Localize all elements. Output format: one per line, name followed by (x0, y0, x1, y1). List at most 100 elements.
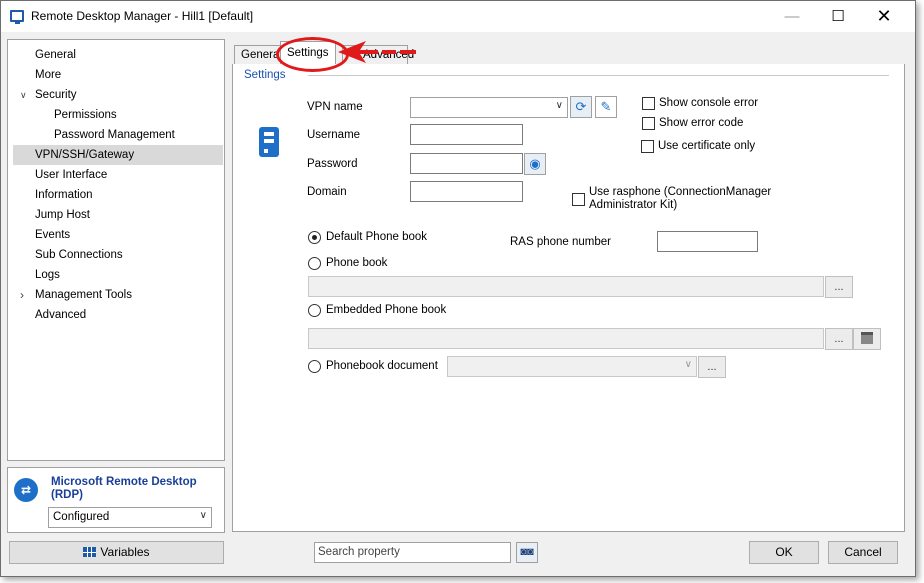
section-divider (308, 75, 889, 76)
chevron-down-icon: ∨ (199, 510, 207, 521)
rdp-icon: ⇄ (14, 478, 38, 502)
sidebar-item-user-interface[interactable]: User Interface (8, 165, 224, 185)
sidebar-item-security[interactable]: ∨ Security (8, 85, 224, 105)
entry-type-name: Microsoft Remote Desktop (RDP) (51, 476, 197, 501)
cancel-button[interactable]: Cancel (828, 541, 898, 564)
entry-type-panel: ⇄ Microsoft Remote Desktop (RDP) Configu… (7, 467, 225, 533)
sidebar-item-label: Management Tools (35, 289, 132, 301)
close-button[interactable]: ✕ (861, 1, 907, 32)
sidebar-item-label: Events (35, 229, 71, 241)
domain-label: Domain (307, 186, 347, 198)
sidebar-item-label: Permissions (54, 109, 117, 121)
save-icon (861, 332, 873, 344)
edit-button[interactable]: ✎ (595, 96, 617, 118)
settings-tree: General More ∨ Security Permissions Passw… (7, 39, 225, 461)
sidebar-item-sub-connections[interactable]: Sub Connections (8, 245, 224, 265)
search-placeholder: Search property (318, 546, 400, 558)
sidebar-item-management-tools[interactable]: › Management Tools (8, 285, 224, 305)
title-bar[interactable]: Remote Desktop Manager - Hill1 [Default]… (1, 1, 915, 32)
ras-phone-number-label: RAS phone number (510, 236, 612, 248)
sidebar-item-logs[interactable]: Logs (8, 265, 224, 285)
sidebar-item-jump-host[interactable]: Jump Host (8, 205, 224, 225)
sidebar-item-label: General (35, 49, 76, 61)
show-error-code-checkbox[interactable] (642, 117, 655, 130)
eye-icon: ◉ (529, 156, 541, 171)
sidebar-item-label: Logs (35, 269, 60, 281)
status-dropdown-value: Configured (53, 511, 110, 523)
pencil-icon: ✎ (600, 99, 612, 114)
sidebar-item-label: Advanced (35, 309, 87, 321)
chevron-down-icon: ∨ (684, 359, 692, 370)
sidebar-item-label: Sub Connections (35, 249, 123, 261)
refresh-icon: ⟳ (575, 99, 587, 114)
use-rasphone-checkbox[interactable] (572, 193, 585, 206)
password-field[interactable] (410, 153, 523, 174)
phonebook-document-dropdown[interactable]: ∨ (447, 356, 697, 377)
sidebar-item-more[interactable]: More (8, 65, 224, 85)
save-embedded-phone-book-button[interactable] (853, 328, 881, 350)
vpn-device-icon (259, 127, 279, 157)
binoculars-icon: ◙◙ (520, 546, 534, 558)
phonebook-document-radio[interactable] (308, 360, 321, 373)
ok-button[interactable]: OK (749, 541, 819, 564)
show-password-button[interactable]: ◉ (524, 153, 546, 175)
show-console-error-label: Show console error (659, 97, 759, 109)
domain-field[interactable] (410, 181, 523, 202)
sidebar-item-label: VPN/SSH/Gateway (35, 149, 135, 161)
vpn-name-label: VPN name (307, 101, 363, 113)
sidebar-item-label: More (35, 69, 62, 81)
minimize-button[interactable]: — (769, 1, 815, 32)
sidebar-item-advanced[interactable]: Advanced (8, 305, 224, 325)
default-phone-book-radio[interactable] (308, 231, 321, 244)
use-rasphone-label: Use rasphone (ConnectionManager Administ… (589, 186, 772, 211)
annotation-arrow (338, 41, 416, 63)
variables-button[interactable]: Variables (9, 541, 224, 564)
sidebar-item-label: Password Management (54, 129, 175, 141)
sidebar-item-vpn-ssh-gateway[interactable]: VPN/SSH/Gateway (13, 145, 223, 165)
window-title: Remote Desktop Manager - Hill1 [Default] (31, 9, 254, 23)
browse-phonebook-document-button[interactable]: ... (698, 356, 726, 378)
sidebar-item-password-management[interactable]: Password Management (8, 125, 224, 145)
ras-phone-number-field[interactable] (657, 231, 758, 252)
browse-phone-book-button[interactable]: ... (825, 276, 853, 298)
embedded-phone-book-label: Embedded Phone book (326, 304, 447, 316)
show-error-code-label: Show error code (659, 117, 744, 129)
sidebar-item-label: Security (35, 89, 77, 101)
phonebook-document-label: Phonebook document (326, 360, 438, 372)
app-icon (10, 10, 24, 24)
username-label: Username (307, 129, 361, 141)
use-certificate-only-checkbox[interactable] (641, 140, 654, 153)
sidebar-item-label: Jump Host (35, 209, 90, 221)
sidebar-item-events[interactable]: Events (8, 225, 224, 245)
chevron-right-icon[interactable]: › (20, 285, 24, 305)
search-input[interactable]: Search property (314, 542, 511, 563)
phone-book-path-field[interactable] (308, 276, 824, 297)
chevron-down-icon: ∨ (555, 100, 563, 111)
show-console-error-checkbox[interactable] (642, 97, 655, 110)
grid-icon (83, 547, 97, 557)
browse-embedded-phone-book-button[interactable]: ... (825, 328, 853, 350)
maximize-button[interactable]: ☐ (815, 1, 861, 32)
main-window: Remote Desktop Manager - Hill1 [Default]… (0, 0, 916, 577)
vpn-name-dropdown[interactable]: ∨ (410, 97, 568, 118)
embedded-phone-book-radio[interactable] (308, 304, 321, 317)
embedded-phone-book-field[interactable] (308, 328, 824, 349)
variables-button-label: Variables (100, 545, 150, 559)
password-label: Password (307, 158, 358, 170)
find-button[interactable]: ◙◙ (516, 542, 538, 563)
phone-book-label: Phone book (326, 257, 388, 269)
default-phone-book-label: Default Phone book (326, 231, 428, 243)
chevron-down-icon[interactable]: ∨ (20, 85, 27, 105)
main-panel: General Advanced Settings Settings VPN n… (232, 41, 906, 533)
sidebar-item-permissions[interactable]: Permissions (8, 105, 224, 125)
use-certificate-only-label: Use certificate only (658, 140, 756, 152)
username-field[interactable] (410, 124, 523, 145)
section-title: Settings (244, 69, 286, 81)
sidebar-item-label: Information (35, 189, 93, 201)
sidebar-item-general[interactable]: General (8, 45, 224, 65)
sidebar-item-information[interactable]: Information (8, 185, 224, 205)
refresh-button[interactable]: ⟳ (570, 96, 592, 118)
settings-content: Settings VPN name ∨ ⟳ ✎ Username Passwor… (232, 64, 905, 532)
status-dropdown[interactable]: Configured ∨ (48, 507, 212, 528)
phone-book-radio[interactable] (308, 257, 321, 270)
